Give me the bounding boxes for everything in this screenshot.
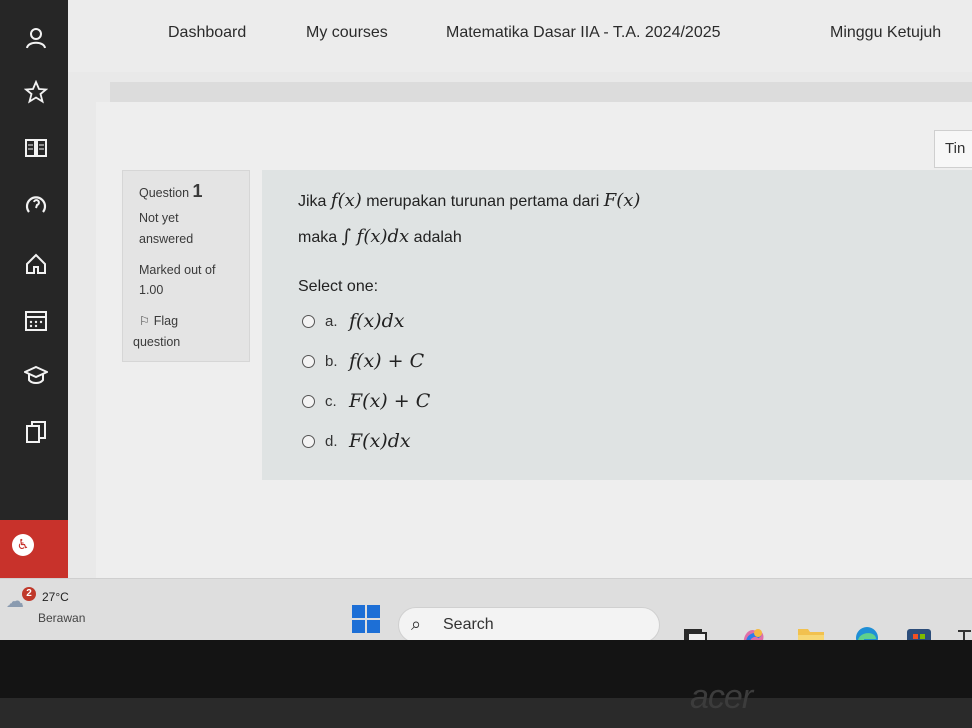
- q-line1-prefix: Jika: [298, 193, 327, 210]
- option-a[interactable]: a. f(x)dx: [302, 310, 404, 334]
- home-icon[interactable]: [24, 252, 48, 276]
- help-icon[interactable]: [24, 194, 48, 218]
- flag-question-link[interactable]: ⚐ Flag: [139, 314, 178, 328]
- star-icon[interactable]: [23, 79, 49, 104]
- option-b[interactable]: b. f(x) + C: [302, 350, 424, 374]
- book-icon[interactable]: [24, 136, 48, 160]
- task-view-icon[interactable]: [680, 625, 710, 640]
- taskbar: ☁ 2 27°C Berawan ⌕ Search: [0, 578, 972, 640]
- option-c-letter: c.: [325, 392, 337, 410]
- radio-c[interactable]: [302, 394, 315, 408]
- nav-week[interactable]: Minggu Ketujuh: [830, 24, 941, 42]
- marked-line1: Marked out of: [139, 263, 216, 277]
- flag-icon: ⚐: [139, 314, 150, 328]
- temperature[interactable]: 27°C: [42, 590, 69, 604]
- edge-browser-icon[interactable]: [852, 625, 882, 640]
- flag-label: Flag: [153, 314, 179, 328]
- weather-description[interactable]: Berawan: [38, 611, 85, 625]
- option-c[interactable]: c. F(x) + C: [302, 390, 430, 414]
- radio-a[interactable]: [302, 314, 315, 328]
- option-c-math: F(x) + C: [349, 390, 431, 412]
- acer-logo: acer: [690, 678, 753, 716]
- option-d-math: F(x)dx: [349, 430, 411, 452]
- search-icon: ⌕: [411, 614, 422, 635]
- question-number-value: 1: [192, 181, 203, 201]
- left-sidebar: [0, 0, 68, 520]
- state-line2: answered: [139, 232, 194, 246]
- flag-line2[interactable]: question: [133, 335, 180, 349]
- user-icon[interactable]: [24, 26, 48, 50]
- q-line1-mid: merupakan turunan pertama dari: [366, 193, 600, 210]
- top-navigation: Dashboard My courses Matematika Dasar II…: [68, 0, 972, 72]
- nav-dashboard[interactable]: Dashboard: [168, 24, 246, 42]
- taskbar-search[interactable]: ⌕ Search: [398, 607, 660, 640]
- question-label: Question: [139, 186, 190, 200]
- q-line1-math1: f(x): [330, 190, 362, 211]
- question-info-panel: Question 1 Not yet answered Marked out o…: [122, 170, 250, 362]
- copilot-icon[interactable]: [738, 625, 768, 640]
- bezel-lip: [0, 698, 972, 728]
- state-line1: Not yet: [139, 211, 179, 225]
- store-icon[interactable]: [904, 625, 934, 640]
- laptop-bezel: acer: [0, 640, 972, 728]
- option-b-letter: b.: [325, 352, 338, 370]
- header-strip: [110, 82, 972, 102]
- q-line2-suffix: adalah: [413, 229, 462, 246]
- nav-my-courses[interactable]: My courses: [306, 24, 388, 42]
- marked-line2: 1.00: [139, 283, 164, 297]
- weather-badge: 2: [22, 587, 36, 601]
- screen: ♿ Dashboard My courses Matematika Dasar …: [0, 0, 972, 640]
- q-line1-math2: F(x): [603, 190, 641, 211]
- windows-start-icon[interactable]: [352, 605, 380, 633]
- question-text-line2: maka ∫ f(x)dx adalah: [298, 226, 462, 247]
- select-one-prompt: Select one:: [298, 278, 379, 295]
- file-explorer-icon[interactable]: [796, 625, 826, 640]
- nav-course[interactable]: Matematika Dasar IIA - T.A. 2024/2025: [446, 24, 721, 42]
- search-label: Search: [443, 616, 494, 633]
- taskbar-overflow-icon[interactable]: [955, 625, 972, 640]
- copy-icon[interactable]: [24, 420, 48, 444]
- calendar-icon[interactable]: [24, 308, 48, 332]
- accessibility-icon[interactable]: ♿: [12, 534, 34, 556]
- timer-button[interactable]: Tin: [934, 130, 972, 168]
- option-b-math: f(x) + C: [349, 350, 425, 372]
- option-a-letter: a.: [325, 312, 338, 330]
- q-line2-math: ∫ f(x)dx: [341, 226, 410, 247]
- question-number: Question 1: [139, 181, 203, 202]
- accessibility-block: ♿: [0, 520, 68, 578]
- radio-b[interactable]: [302, 354, 315, 368]
- option-d[interactable]: d. F(x)dx: [302, 430, 411, 454]
- radio-d[interactable]: [302, 434, 315, 448]
- question-text-line1: Jika f(x) merupakan turunan pertama dari…: [298, 190, 640, 211]
- q-line2-prefix: maka: [298, 229, 338, 246]
- question-panel: Jika f(x) merupakan turunan pertama dari…: [262, 170, 972, 480]
- graduation-cap-icon[interactable]: [22, 364, 50, 388]
- option-a-math: f(x)dx: [349, 310, 405, 332]
- option-d-letter: d.: [325, 432, 338, 450]
